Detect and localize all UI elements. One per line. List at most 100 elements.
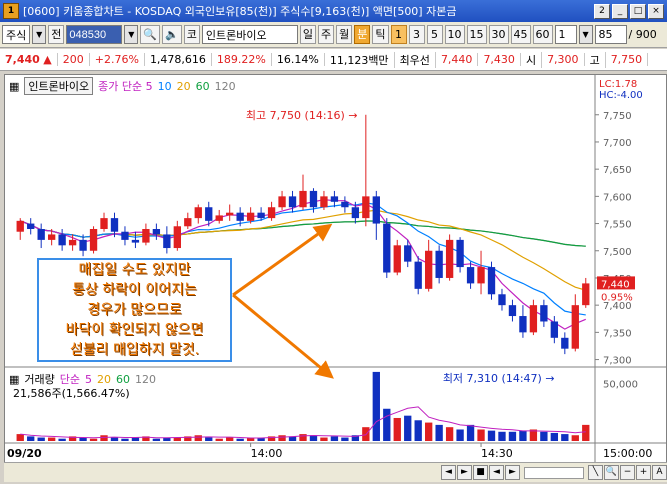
current-price-value: 7,440 (5, 53, 40, 66)
zoom-search-icon[interactable]: 🔍 (604, 465, 619, 480)
candle-body (519, 316, 527, 333)
volume-tick-label: 50,000 (603, 379, 638, 390)
candle-body (351, 207, 360, 219)
volume-bar (582, 424, 590, 441)
candle-body (561, 337, 569, 349)
last-pct-tag: 0.95% (601, 292, 633, 303)
candle-body (152, 229, 161, 235)
interval-button-5[interactable]: 5 (426, 25, 443, 44)
scroll-left-button[interactable]: ◄ (441, 465, 456, 480)
volume-bar (393, 417, 401, 441)
volume-bar (498, 431, 506, 441)
open-label: 시 (521, 51, 543, 68)
volume-bar (550, 432, 559, 441)
code-dropdown-icon[interactable]: ▼ (124, 25, 139, 44)
period-day-button[interactable]: 일 (299, 25, 317, 44)
candle-body (393, 245, 401, 273)
candle-body (79, 239, 87, 251)
volume-bar (236, 438, 244, 441)
period-week-button[interactable]: 주 (318, 25, 335, 44)
quote-bar: 7,440 ▲ 200 +2.76% 1,478,616 189.22% 16.… (0, 49, 667, 71)
candle-body (330, 196, 339, 202)
zoom-out-button[interactable]: − (620, 465, 635, 480)
annotation-textbox: 매집일 수도 있지만 통상 하락이 이어지는 경우가 많으므로 바닥이 확인되지… (37, 258, 232, 362)
candle-body (540, 305, 548, 322)
minimize-button[interactable]: _ (612, 3, 628, 19)
interval-button-45[interactable]: 45 (510, 25, 531, 44)
volume-bar (445, 427, 454, 441)
prev-button[interactable]: 전 (48, 25, 65, 44)
search-icon[interactable]: 🔍 (140, 25, 161, 44)
close-button[interactable]: × (648, 3, 664, 19)
fast-left-button[interactable]: ◄ (489, 465, 504, 480)
legend-stock-name: 인트론바이오 (24, 77, 94, 95)
time-axis-label: 14:00 (251, 447, 283, 460)
legend-ma-10: 10 (157, 79, 172, 93)
count-input[interactable]: 85 (594, 25, 627, 44)
volume-bar (383, 408, 391, 441)
annotation-line-1: 매집일 수도 있지만 (78, 262, 191, 278)
candle-body (16, 220, 24, 232)
interval-button-10[interactable]: 10 (444, 25, 465, 44)
interval-custom-input[interactable]: 1 (554, 25, 577, 44)
candle-body (278, 196, 286, 208)
candle-body (184, 218, 192, 227)
candle-body (215, 215, 223, 221)
candle-body (477, 267, 485, 284)
chart-tools-icon[interactable]: ╲ (588, 465, 603, 480)
candle-body (309, 190, 318, 208)
volume-ratio: 189.22% (212, 53, 272, 66)
market-select[interactable]: 주식 (2, 25, 31, 44)
turnover: 16.14% (272, 53, 325, 66)
period-month-button[interactable]: 월 (336, 25, 353, 44)
scroll-right-button[interactable]: ► (457, 465, 472, 480)
candle-body (121, 231, 129, 240)
zoom-in-button[interactable]: + (636, 465, 651, 480)
period-tick-button[interactable]: 틱 (372, 25, 389, 44)
price-tick-label: 7,650 (603, 165, 632, 176)
count-total: / 900 (628, 28, 657, 41)
stock-code-input[interactable] (66, 25, 123, 44)
period-minute-button[interactable]: 분 (354, 25, 371, 44)
interval-button-15[interactable]: 15 (466, 25, 487, 44)
scroll-track[interactable] (524, 466, 584, 479)
speaker-icon[interactable]: 🔈 (162, 25, 182, 44)
price-change-pct: +2.76% (90, 53, 145, 66)
candle-body (246, 212, 255, 221)
candle-body (47, 234, 56, 240)
volume-bar (320, 437, 328, 441)
candle-body (362, 196, 370, 219)
stop-button[interactable]: ■ (473, 465, 488, 480)
interval-dropdown-icon[interactable]: ▼ (578, 25, 593, 44)
volume-bar (372, 371, 380, 441)
interval-button-60[interactable]: 60 (532, 25, 553, 44)
fast-right-button[interactable]: ► (505, 465, 520, 480)
time-axis-label: 09/20 (7, 447, 42, 460)
stock-name-field[interactable]: 인트론바이오 (201, 25, 298, 44)
candle-body (498, 294, 506, 306)
font-size-button[interactable]: A (652, 465, 667, 480)
price-tick-label: 7,600 (603, 192, 632, 203)
candle-body (27, 223, 35, 229)
candle-body (550, 321, 559, 338)
volume-grid-icon[interactable]: ▦ (9, 373, 19, 386)
interval-custom-value: 1 (558, 28, 566, 41)
candle-body (58, 234, 66, 246)
time-axis-label: 14:30 (481, 447, 513, 460)
volume-bar (215, 438, 223, 441)
candle-body (236, 212, 244, 221)
market-dropdown-icon[interactable]: ▼ (32, 25, 47, 44)
app-icon: 1 (3, 3, 19, 19)
price-tick-label: 7,500 (603, 247, 632, 258)
annotation-line-4: 바닥이 확인되지 않으면 (65, 322, 204, 338)
volume-bar (131, 437, 140, 441)
volume-bar (110, 437, 119, 441)
price-tick-label: 7,300 (603, 356, 632, 367)
interval-button-30[interactable]: 30 (488, 25, 509, 44)
annotation-line-5: 섣불리 매입하지 말것. (69, 342, 200, 358)
volume-legend-5: 5 (85, 372, 93, 386)
interval-button-3[interactable]: 3 (408, 25, 425, 44)
maximize-button[interactable]: □ (630, 3, 646, 19)
chart-grid-icon[interactable]: ▦ (9, 80, 19, 93)
interval-button-1[interactable]: 1 (390, 25, 407, 44)
